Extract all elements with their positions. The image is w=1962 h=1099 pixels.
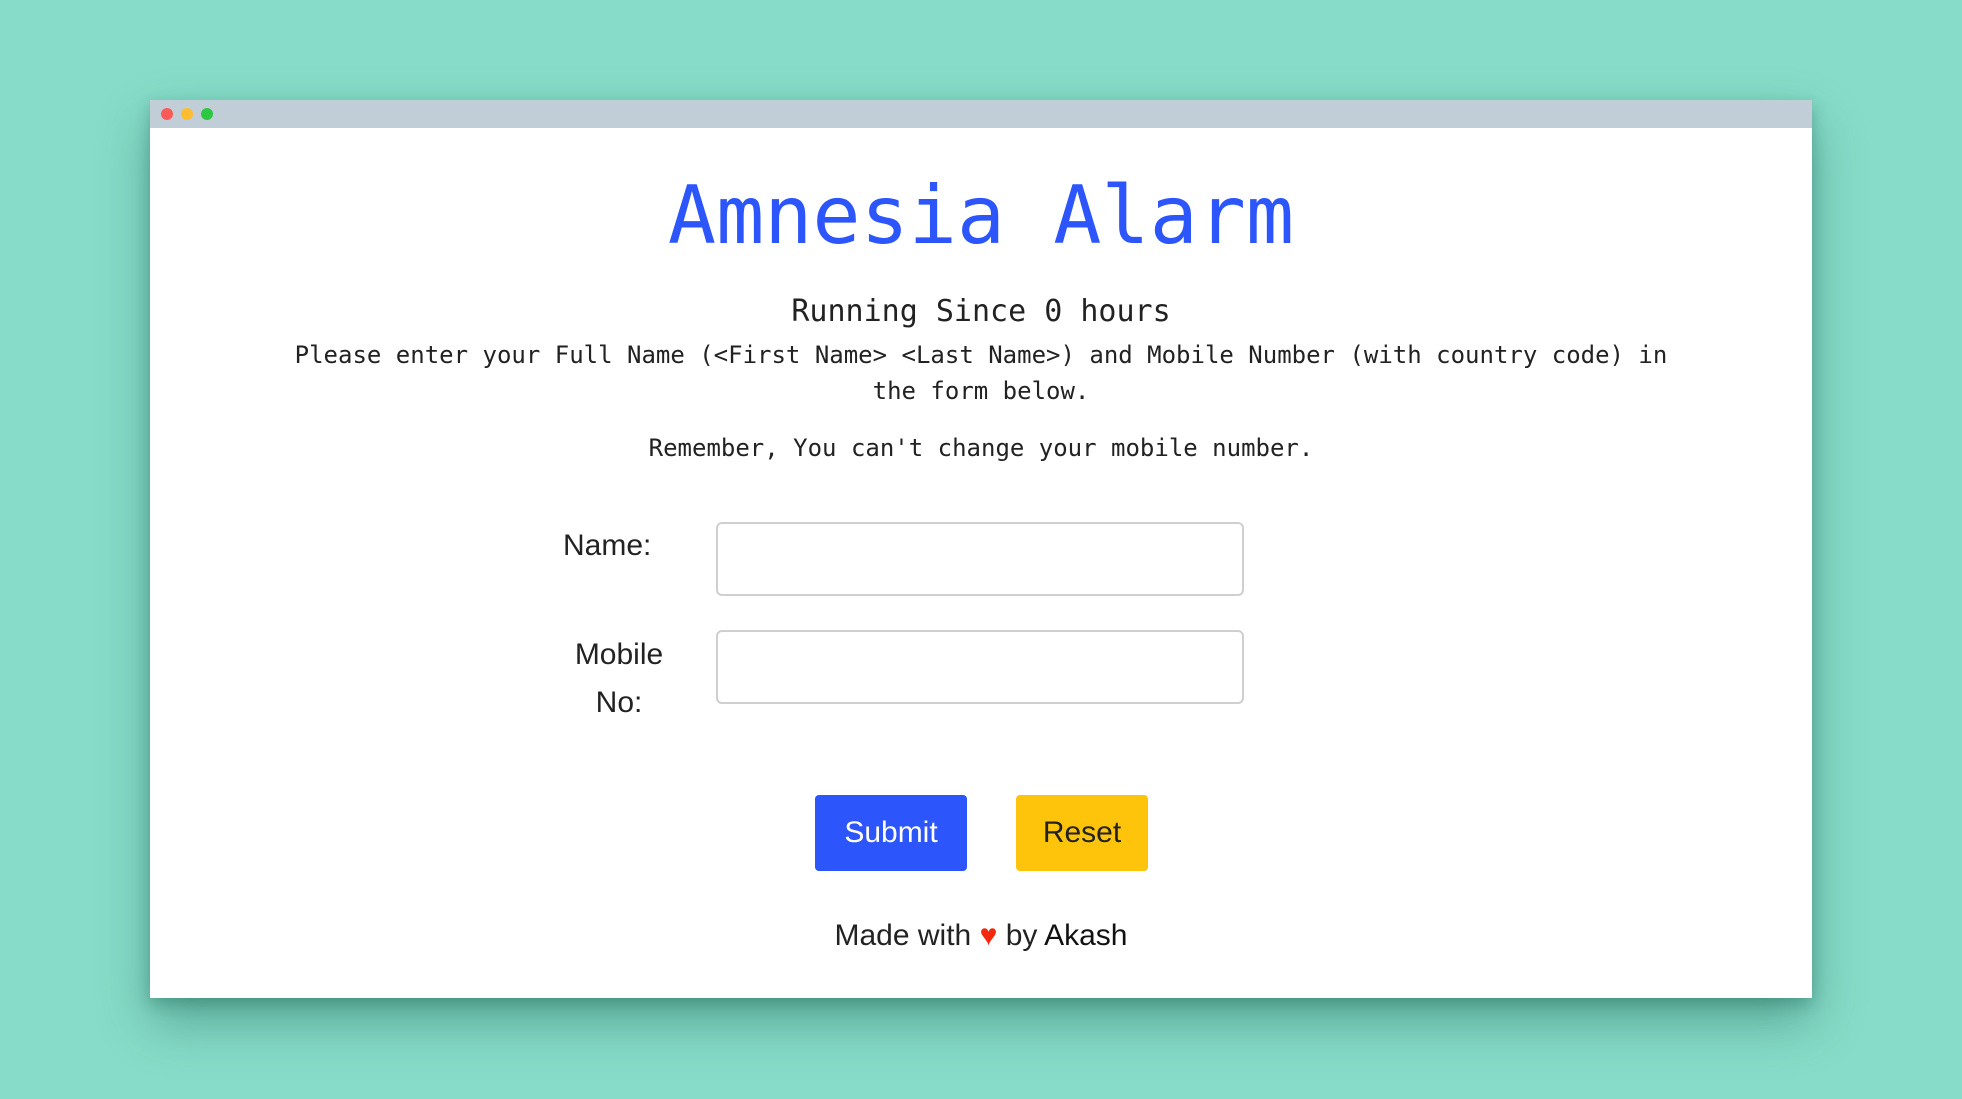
browser-window: Amnesia Alarm Running Since 0 hours Plea… bbox=[150, 100, 1812, 998]
close-window-icon[interactable] bbox=[161, 108, 173, 120]
maximize-window-icon[interactable] bbox=[201, 108, 213, 120]
window-titlebar bbox=[150, 100, 1812, 128]
mobile-label-line2: No: bbox=[595, 686, 643, 719]
author-link[interactable]: Akash bbox=[1044, 919, 1127, 952]
submit-button[interactable]: Submit bbox=[815, 795, 967, 871]
page-content: Amnesia Alarm Running Since 0 hours Plea… bbox=[150, 128, 1812, 998]
footer-by: by bbox=[1005, 919, 1038, 952]
heart-icon: ♥ bbox=[979, 919, 998, 952]
minimize-window-icon[interactable] bbox=[181, 108, 193, 120]
name-input[interactable] bbox=[716, 522, 1244, 596]
footer-prefix: Made with bbox=[834, 919, 972, 952]
mobile-input[interactable] bbox=[716, 630, 1244, 704]
footer: Made with ♥ by Akash bbox=[150, 916, 1812, 956]
mobile-label-line1: Mobile bbox=[574, 638, 664, 671]
reset-button[interactable]: Reset bbox=[1016, 795, 1148, 871]
name-label: Name: bbox=[563, 529, 652, 562]
running-status: Running Since 0 hours bbox=[791, 294, 1171, 329]
mobile-label: Mobile No: bbox=[563, 631, 675, 727]
instructions-text: Please enter your Full Name (<First Name… bbox=[294, 341, 1668, 405]
reminder-text: Remember, You can't change your mobile n… bbox=[648, 434, 1314, 462]
page-title: Amnesia Alarm bbox=[667, 169, 1295, 262]
